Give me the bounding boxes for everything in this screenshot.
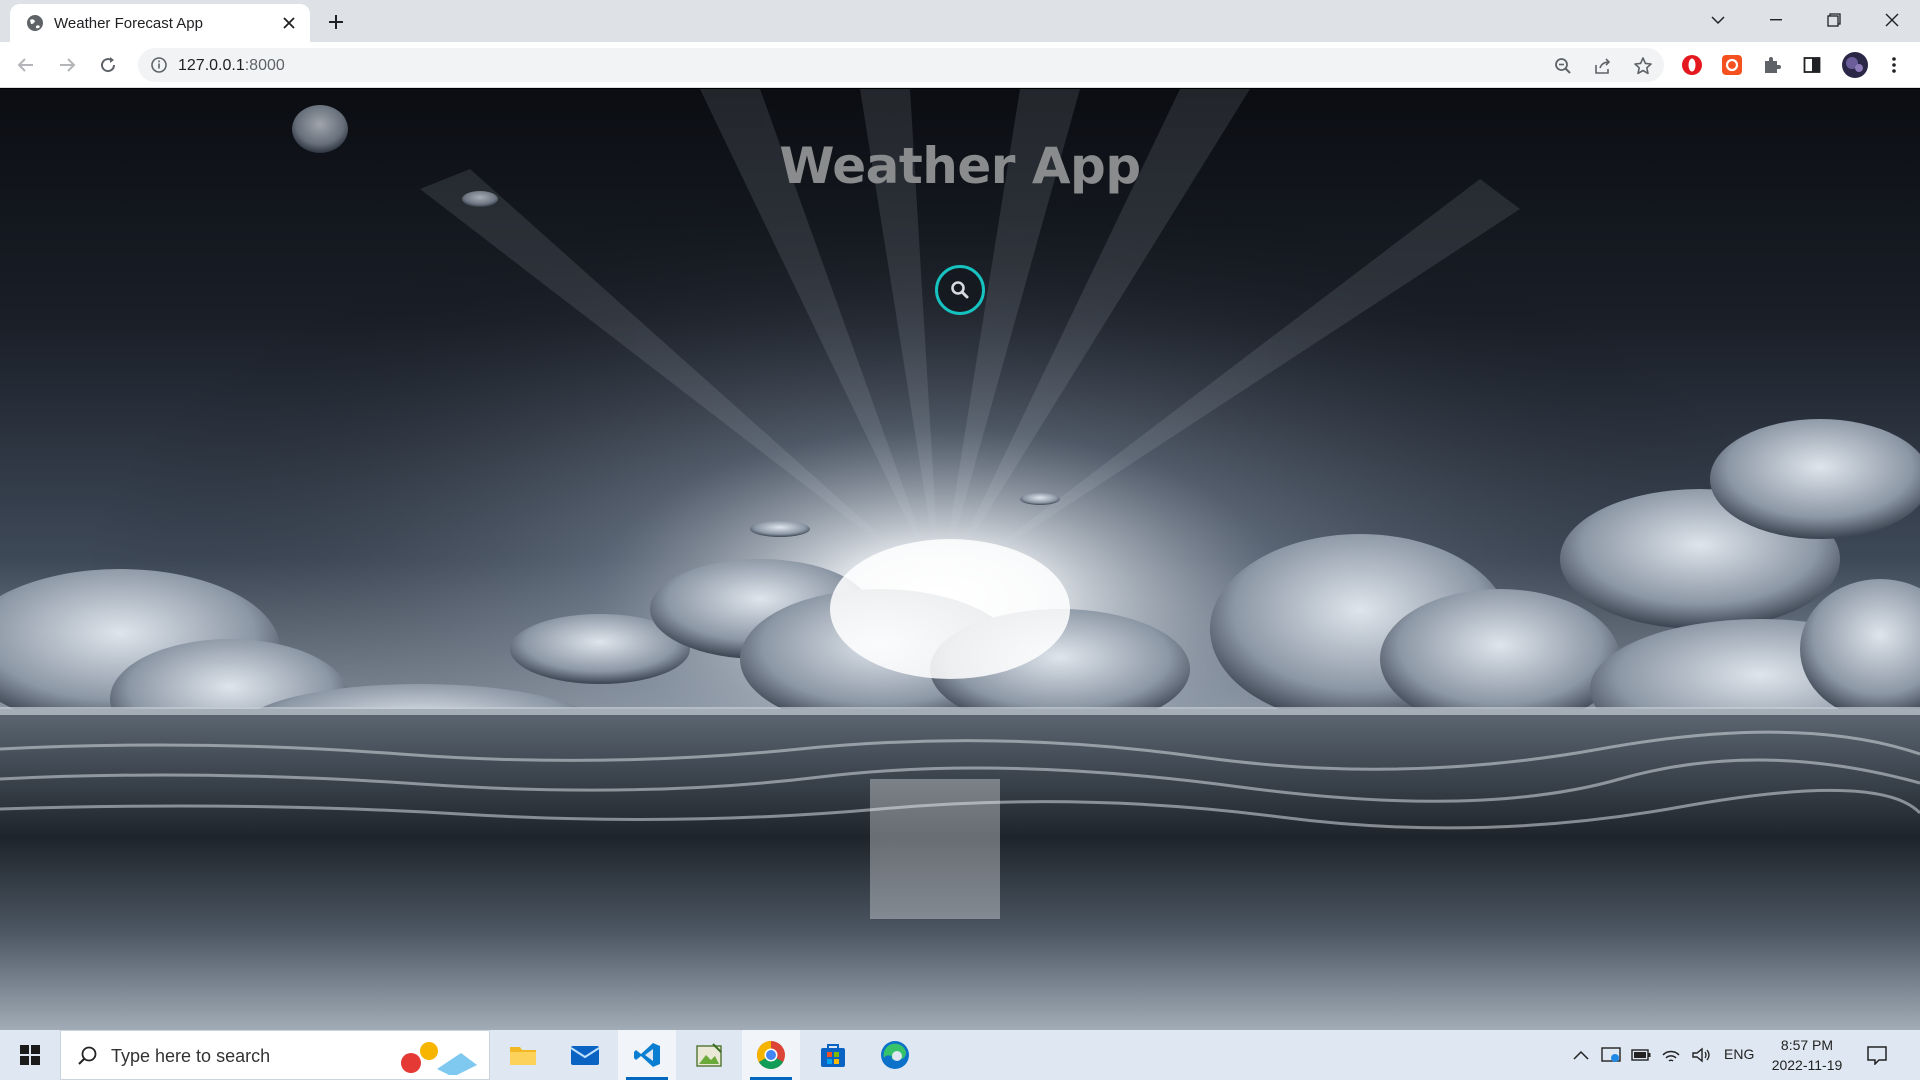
search-button[interactable] — [935, 265, 985, 315]
close-window-button[interactable] — [1864, 0, 1920, 40]
photos-icon[interactable] — [680, 1030, 738, 1080]
search-icon — [951, 281, 969, 299]
tab-search-icon[interactable] — [1690, 0, 1746, 40]
meet-now-icon[interactable] — [1600, 1044, 1622, 1066]
edge-icon[interactable] — [866, 1030, 924, 1080]
zoom-icon[interactable] — [1552, 55, 1574, 77]
search-icon — [78, 1046, 97, 1065]
system-clock[interactable]: 8:57 PM 2022-11-19 — [1762, 1035, 1852, 1075]
profile-avatar[interactable] — [1840, 50, 1870, 80]
back-button[interactable] — [12, 51, 40, 79]
tab-title: Weather Forecast App — [54, 15, 203, 32]
show-hidden-icons[interactable] — [1570, 1044, 1592, 1066]
sky-ocean-background — [0, 89, 1920, 1030]
battery-icon[interactable] — [1630, 1044, 1652, 1066]
site-info-icon[interactable] — [150, 56, 168, 74]
windows-logo-icon — [20, 1045, 40, 1065]
vscode-icon[interactable] — [618, 1030, 676, 1080]
windows-taskbar: Type here to search ENG 8:57 PM 2022-11-… — [0, 1030, 1920, 1080]
notification-center-icon[interactable] — [1864, 1042, 1890, 1068]
volume-icon[interactable] — [1690, 1044, 1712, 1066]
taskbar-search-placeholder: Type here to search — [111, 1046, 271, 1066]
start-button[interactable] — [0, 1030, 60, 1080]
screenshot-extension-icon[interactable] — [1720, 53, 1744, 77]
page-title: Weather App — [779, 137, 1141, 195]
side-panel-icon[interactable] — [1800, 53, 1824, 77]
file-explorer-icon[interactable] — [494, 1030, 552, 1080]
address-bar[interactable]: 127.0.0.1:8000 — [138, 48, 1664, 82]
browser-menu-icon[interactable] — [1882, 53, 1906, 77]
store-icon[interactable] — [804, 1030, 862, 1080]
chrome-icon[interactable] — [742, 1030, 800, 1080]
share-icon[interactable] — [1592, 55, 1614, 77]
opera-extension-icon[interactable] — [1680, 53, 1704, 77]
wifi-icon[interactable] — [1660, 1044, 1682, 1066]
forward-button[interactable] — [53, 51, 81, 79]
taskbar-search-box[interactable]: Type here to search — [60, 1030, 490, 1080]
mail-icon[interactable] — [556, 1030, 614, 1080]
new-tab-button[interactable] — [322, 8, 350, 36]
minimize-button[interactable] — [1748, 0, 1804, 40]
globe-icon — [27, 15, 43, 31]
reload-button[interactable] — [94, 51, 122, 79]
page-viewport: Weather App — [0, 89, 1920, 1030]
language-indicator[interactable]: ENG — [1724, 1046, 1754, 1062]
extensions-puzzle-icon[interactable] — [1760, 53, 1784, 77]
browser-toolbar: 127.0.0.1:8000 — [0, 42, 1920, 88]
weather-widget-icon[interactable] — [391, 1039, 481, 1075]
clock-date: 2022-11-19 — [1771, 1057, 1843, 1073]
browser-tab[interactable]: Weather Forecast App — [10, 4, 310, 42]
url-text: 127.0.0.1:8000 — [178, 57, 285, 74]
browser-titlebar: Weather Forecast App — [0, 0, 1920, 42]
close-tab-icon[interactable] — [278, 12, 300, 34]
restore-button[interactable] — [1806, 0, 1862, 40]
bookmark-star-icon[interactable] — [1632, 55, 1654, 77]
clock-time: 8:57 PM — [1780, 1037, 1834, 1053]
